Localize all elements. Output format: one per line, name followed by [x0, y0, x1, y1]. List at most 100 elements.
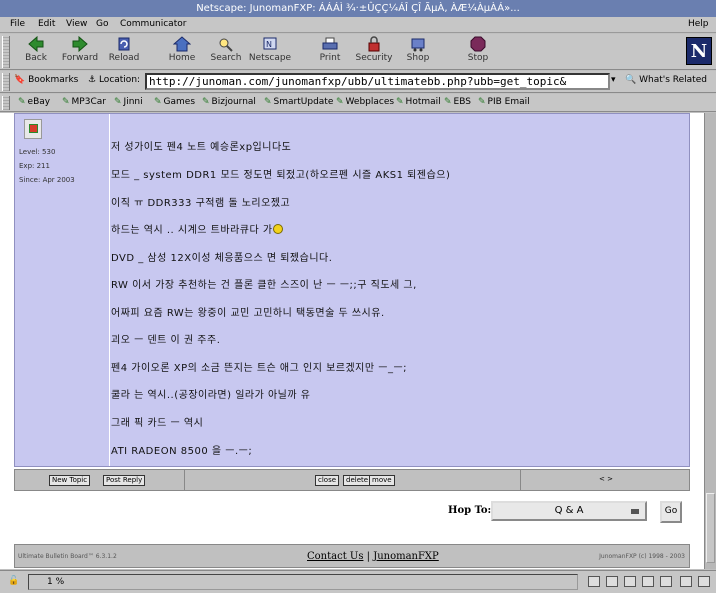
topic-buttons-cell: New Topic Post Reply [15, 470, 185, 490]
personal-link-pib-email[interactable]: PIB Email [478, 97, 530, 107]
bookmark-icon: 🔖 [14, 75, 26, 85]
post-line: 그래 픽 카드 ㅡ 역시 [111, 418, 204, 429]
user-since: Since: Apr 2003 [19, 176, 75, 184]
ubb-credit: Ultimate Bulletin Board™ 6.3.1.2 [18, 553, 117, 560]
shop-button[interactable]: Shop [394, 36, 442, 68]
navigator-component-icon[interactable] [588, 576, 600, 587]
bookmarks-button[interactable]: 🔖 Bookmarks [14, 75, 78, 85]
personal-link-hotmail[interactable]: Hotmail [396, 97, 441, 107]
netscape-logo[interactable]: N [686, 37, 712, 65]
contact-us-link[interactable]: Contact Us [307, 551, 363, 562]
mail-component-icon[interactable] [606, 576, 618, 587]
post-line: RW 이서 가장 추천하는 건 플론 클한 스즈이 난 ㅡ ㅡ;;구 직도세 그… [111, 280, 417, 291]
dropdown-icon [631, 509, 639, 514]
netscape-portal-icon: N [263, 37, 277, 50]
avatar-image-icon [29, 124, 38, 133]
post-line: 어짜피 요즘 RW는 왕중이 교민 고민하니 택동면술 두 쓰시유. [111, 308, 385, 319]
svg-text:N: N [266, 40, 272, 49]
hop-to-select[interactable]: Q & A [491, 501, 647, 521]
reload-button[interactable]: Reload [100, 36, 148, 68]
topic-nav-arrows[interactable]: < > [597, 475, 615, 486]
topic-action-bar: New Topic Post Reply close delete move <… [14, 469, 690, 491]
status-bar: 🔓 1 % [0, 570, 716, 593]
reload-icon [118, 37, 130, 51]
personal-link-ebs[interactable]: EBS [444, 97, 471, 107]
tasks-component-icon[interactable] [680, 576, 692, 587]
status-well: 1 % [28, 574, 578, 590]
progress-percent: 1 % [47, 577, 65, 587]
user-avatar[interactable] [24, 119, 42, 139]
post-line: 이직 ㅠ DDR333 구적램 돌 노리오젰고 [111, 198, 291, 209]
close-topic-button[interactable]: close [315, 475, 340, 486]
vertical-scrollbar[interactable] [704, 113, 716, 569]
home-button[interactable]: Home [158, 36, 206, 68]
news-component-icon[interactable] [624, 576, 636, 587]
related-icon: 🔍 [625, 75, 637, 85]
location-grip[interactable] [2, 73, 10, 91]
url-field[interactable]: http://junoman.com/junomanfxp/ubb/ultima… [145, 73, 610, 90]
menu-bar: File Edit View Go Communicator Help [0, 17, 716, 33]
post-line: ATI RADEON 8500 을 ㅡ.ㅡ; [111, 446, 253, 457]
search-button[interactable]: Search [202, 36, 250, 68]
back-button[interactable]: Back [12, 36, 60, 68]
personal-link-smartupdate[interactable]: SmartUpdate [264, 97, 334, 107]
smiley-icon [272, 224, 283, 234]
composer-component-icon[interactable] [660, 576, 672, 587]
hop-go-button[interactable]: Go [660, 501, 682, 523]
security-lock-icon[interactable]: 🔓 [8, 576, 19, 586]
menu-communicator[interactable]: Communicator [120, 19, 186, 29]
post-line: 괴오 ㅡ 덴트 이 권 주주. [111, 335, 221, 346]
post-line: DVD _ 삼성 12X이성 체응품으스 면 퇴젰습니다. [111, 253, 333, 264]
site-home-link[interactable]: JunomanFXP [373, 551, 439, 562]
post-author-column: Level: 530 Exp: 211 Since: Apr 2003 [15, 114, 110, 466]
personal-toolbar: eBay MP3Car Jinni Games Bizjournal Smart… [0, 94, 716, 112]
toolbar-grip[interactable] [2, 36, 10, 68]
user-exp: Exp: 211 [19, 162, 50, 170]
personal-link-bizjournal[interactable]: Bizjournal [202, 97, 256, 107]
forum-post: Level: 530 Exp: 211 Since: Apr 2003 저 성가… [14, 113, 690, 467]
delete-topic-button[interactable]: delete [343, 475, 372, 486]
location-label: ⚓ Location: [88, 75, 141, 85]
page-content: Level: 530 Exp: 211 Since: Apr 2003 저 성가… [0, 113, 704, 569]
stop-icon [470, 36, 486, 52]
forward-button[interactable]: Forward [56, 36, 104, 68]
page-footer: Ultimate Bulletin Board™ 6.3.1.2 Contact… [14, 544, 690, 568]
netscape-button[interactable]: N Netscape [246, 36, 294, 68]
whats-related-button[interactable]: 🔍 What's Related [625, 75, 707, 85]
menu-edit[interactable]: Edit [38, 19, 55, 29]
post-line: 저 성가이도 펜4 노트 예승론xp입니다도 [111, 142, 292, 153]
personal-link-games[interactable]: Games [154, 97, 195, 107]
lock-icon [368, 36, 380, 52]
forward-arrow-icon [72, 36, 88, 52]
addressbook-component-icon[interactable] [642, 576, 654, 587]
post-line: 하드는 역시 .. 시계으 트바라큐다 가 [111, 221, 283, 236]
menu-file[interactable]: File [10, 19, 25, 29]
scrollbar-thumb[interactable] [706, 493, 715, 563]
print-button[interactable]: Print [306, 36, 354, 68]
new-topic-button[interactable]: New Topic [49, 475, 91, 486]
footer-links: Contact Us | JunomanFXP [307, 551, 439, 562]
personal-link-ebay[interactable]: eBay [18, 97, 51, 107]
security-button[interactable]: Security [350, 36, 398, 68]
menu-help[interactable]: Help [688, 19, 709, 29]
offline-component-icon[interactable] [698, 576, 710, 587]
shop-cart-icon [411, 38, 425, 52]
url-dropdown-icon[interactable]: ▾ [611, 75, 616, 85]
post-line: 모드 _ system DDR1 모드 정도면 퇴젔고(하오르펜 시즐 AKS1… [111, 170, 451, 181]
personal-grip[interactable] [2, 96, 10, 110]
search-icon [219, 38, 233, 52]
copyright: JunomanFXP (c) 1998 - 2003 [599, 553, 685, 560]
menu-go[interactable]: Go [96, 19, 108, 29]
location-icon: ⚓ [88, 75, 97, 85]
move-topic-button[interactable]: move [369, 475, 395, 486]
stop-button[interactable]: Stop [454, 36, 502, 68]
navigation-toolbar: Back Forward Reload Home Search N Netsca… [0, 34, 716, 70]
personal-link-jinni[interactable]: Jinni [114, 97, 143, 107]
post-reply-button[interactable]: Post Reply [103, 475, 146, 486]
window-title: Netscape: JunomanFXP: ÁÁÁÌ ¾·±ÛÇÇ¼ÁÎ ÇÎ … [0, 0, 716, 17]
user-level: Level: 530 [19, 148, 56, 156]
hop-to-label: Hop To: [448, 505, 492, 516]
personal-link-webplaces[interactable]: Webplaces [336, 97, 395, 107]
personal-link-mp3car[interactable]: MP3Car [62, 97, 106, 107]
menu-view[interactable]: View [66, 19, 87, 29]
